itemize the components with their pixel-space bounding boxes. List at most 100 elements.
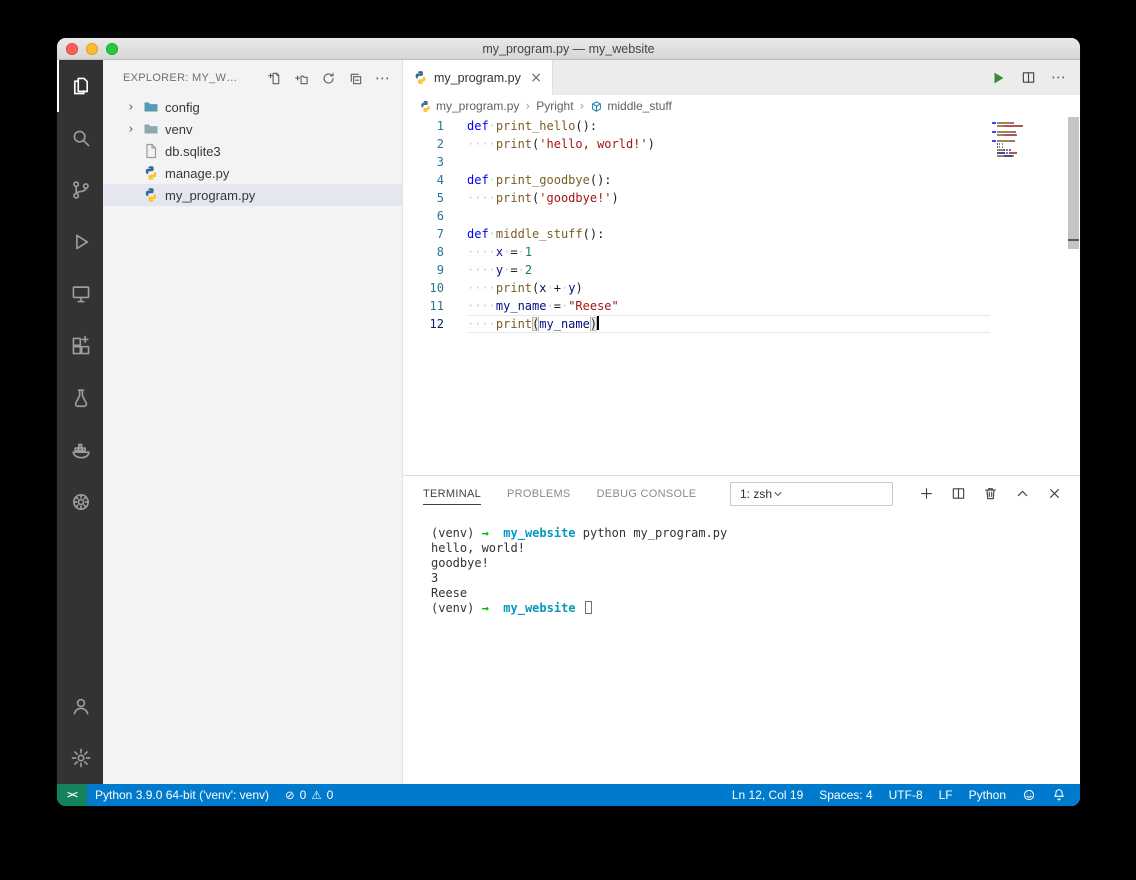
maximize-panel-chevron-up-icon[interactable] xyxy=(1015,486,1030,501)
line-number: 6 xyxy=(403,207,444,225)
minimap[interactable] xyxy=(992,122,1058,158)
tree-item-my-program-py[interactable]: my_program.py xyxy=(103,184,402,206)
python-icon xyxy=(413,70,428,85)
panel-header: TERMINAL PROBLEMS DEBUG CONSOLE 1: zsh xyxy=(403,476,1080,511)
tree-item-db-sqlite3[interactable]: db.sqlite3 xyxy=(103,140,402,162)
code-line[interactable]: 5 ····print('goodbye!') xyxy=(403,189,1080,207)
tree-item-config[interactable]: › config xyxy=(103,96,402,118)
editor-more-actions-icon[interactable]: ⋯ xyxy=(1051,70,1066,85)
indentation-status[interactable]: Spaces: 4 xyxy=(811,784,880,806)
tab-bar: my_program.py × ⋯ xyxy=(403,60,1080,95)
activity-docker[interactable] xyxy=(57,424,103,476)
breadcrumb-separator: › xyxy=(525,99,530,113)
run-debug-icon xyxy=(70,231,92,253)
eol-status[interactable]: LF xyxy=(931,784,961,806)
activity-extensions[interactable] xyxy=(57,320,103,372)
code-line[interactable]: 7def·middle_stuff(): xyxy=(403,225,1080,243)
tab-problems[interactable]: PROBLEMS xyxy=(507,483,571,505)
minimap-line xyxy=(992,146,1058,148)
chevron-down-icon xyxy=(772,488,784,500)
feedback-smiley-icon[interactable] xyxy=(1014,784,1044,806)
code-line[interactable]: 8····x·=·1 xyxy=(403,243,1080,261)
code-line[interactable]: 1def·print_hello(): xyxy=(403,117,1080,135)
code-line[interactable]: 4def·print_goodbye(): xyxy=(403,171,1080,189)
tab-debug-console[interactable]: DEBUG CONSOLE xyxy=(597,483,697,505)
minimap-line xyxy=(992,137,1058,139)
minimap-line xyxy=(992,143,1058,145)
new-file-button[interactable] xyxy=(267,71,282,86)
terminal-line: (venv) → my_website xyxy=(431,601,1080,616)
code-line[interactable]: 6 xyxy=(403,207,1080,225)
explorer-sidebar: EXPLORER: MY_W… ⋯ › config › xyxy=(103,60,403,784)
code-text: def·print_goodbye(): xyxy=(467,171,990,189)
code-line[interactable]: 9····y·=·2 xyxy=(403,261,1080,279)
code-text: def·middle_stuff(): xyxy=(467,225,990,243)
activity-testing[interactable] xyxy=(57,372,103,424)
code-line[interactable]: 11····my_name·=·"Reese" xyxy=(403,297,1080,315)
scrollbar-thumb[interactable] xyxy=(1068,117,1079,249)
problems-status[interactable]: ⊘ 0 ⚠ 0 xyxy=(277,784,341,806)
terminal-output[interactable]: (venv) → my_website python my_program.py… xyxy=(403,511,1080,784)
code-line[interactable]: 2····print('hello, world!') xyxy=(403,135,1080,153)
activity-settings[interactable] xyxy=(57,732,103,784)
zoom-window-button[interactable] xyxy=(106,43,118,55)
encoding-status[interactable]: UTF-8 xyxy=(881,784,931,806)
close-window-button[interactable] xyxy=(66,43,78,55)
folder-icon xyxy=(143,121,159,137)
remote-indicator[interactable]: >< xyxy=(57,784,87,806)
line-number: 8 xyxy=(403,243,444,261)
tree-item-manage-py[interactable]: manage.py xyxy=(103,162,402,184)
activity-explorer[interactable] xyxy=(57,60,103,112)
warning-icon: ⚠ xyxy=(311,788,321,802)
activity-search[interactable] xyxy=(57,112,103,164)
line-number: 5 xyxy=(403,189,444,207)
terminal-line: Reese xyxy=(431,586,1080,601)
breadcrumb-pyright[interactable]: Pyright xyxy=(536,99,573,113)
minimize-window-button[interactable] xyxy=(86,43,98,55)
account-icon xyxy=(70,695,92,717)
minimap-line xyxy=(992,128,1058,130)
breadcrumb-symbol[interactable]: middle_stuff xyxy=(590,99,671,113)
code-line[interactable]: 3 xyxy=(403,153,1080,171)
python-interpreter-status[interactable]: Python 3.9.0 64-bit ('venv': venv) xyxy=(87,784,277,806)
code-line[interactable]: 10····print(x·+·y) xyxy=(403,279,1080,297)
warning-count: 0 xyxy=(327,788,334,802)
breadcrumb-separator: › xyxy=(580,99,585,113)
line-number: 1 xyxy=(403,117,444,135)
terminal-shell-select[interactable]: 1: zsh xyxy=(730,482,893,506)
python-icon xyxy=(143,187,159,203)
language-mode-status[interactable]: Python xyxy=(961,784,1014,806)
run-file-button[interactable] xyxy=(990,70,1006,86)
code-text: ····print('goodbye!') xyxy=(467,189,990,207)
tab-terminal[interactable]: TERMINAL xyxy=(423,483,481,505)
tree-item-venv[interactable]: › venv xyxy=(103,118,402,140)
minimap-line xyxy=(992,134,1058,136)
code-editor[interactable]: 1def·print_hello():2····print('hello, wo… xyxy=(403,117,1080,475)
split-terminal-icon[interactable] xyxy=(951,486,966,501)
kill-terminal-trash-icon[interactable] xyxy=(983,486,998,501)
refresh-icon[interactable] xyxy=(321,71,336,86)
new-folder-button[interactable] xyxy=(294,71,309,86)
activity-plugin[interactable] xyxy=(57,476,103,528)
activity-remote-explorer[interactable] xyxy=(57,268,103,320)
cursor-position-status[interactable]: Ln 12, Col 19 xyxy=(724,784,811,806)
more-actions-icon[interactable]: ⋯ xyxy=(375,71,390,86)
close-panel-icon[interactable] xyxy=(1047,486,1062,501)
new-terminal-icon[interactable] xyxy=(919,486,934,501)
error-icon: ⊘ xyxy=(285,788,295,802)
activity-accounts[interactable] xyxy=(57,680,103,732)
minimap-line xyxy=(992,122,1058,124)
notifications-bell-icon[interactable] xyxy=(1044,784,1074,806)
activity-run-debug[interactable] xyxy=(57,216,103,268)
collapse-folders-icon[interactable] xyxy=(348,71,363,86)
split-editor-icon[interactable] xyxy=(1021,70,1036,85)
chevron-right-icon: › xyxy=(123,100,139,115)
tab-my-program-py[interactable]: my_program.py × xyxy=(403,60,553,95)
code-line[interactable]: 12····print(my_name) xyxy=(403,315,1080,333)
close-tab-icon[interactable]: × xyxy=(530,71,542,85)
bottom-panel: TERMINAL PROBLEMS DEBUG CONSOLE 1: zsh xyxy=(403,475,1080,784)
tree-item-label: manage.py xyxy=(165,166,229,181)
editor-scrollbar xyxy=(1067,117,1080,475)
activity-source-control[interactable] xyxy=(57,164,103,216)
breadcrumb-file[interactable]: my_program.py xyxy=(419,99,519,113)
